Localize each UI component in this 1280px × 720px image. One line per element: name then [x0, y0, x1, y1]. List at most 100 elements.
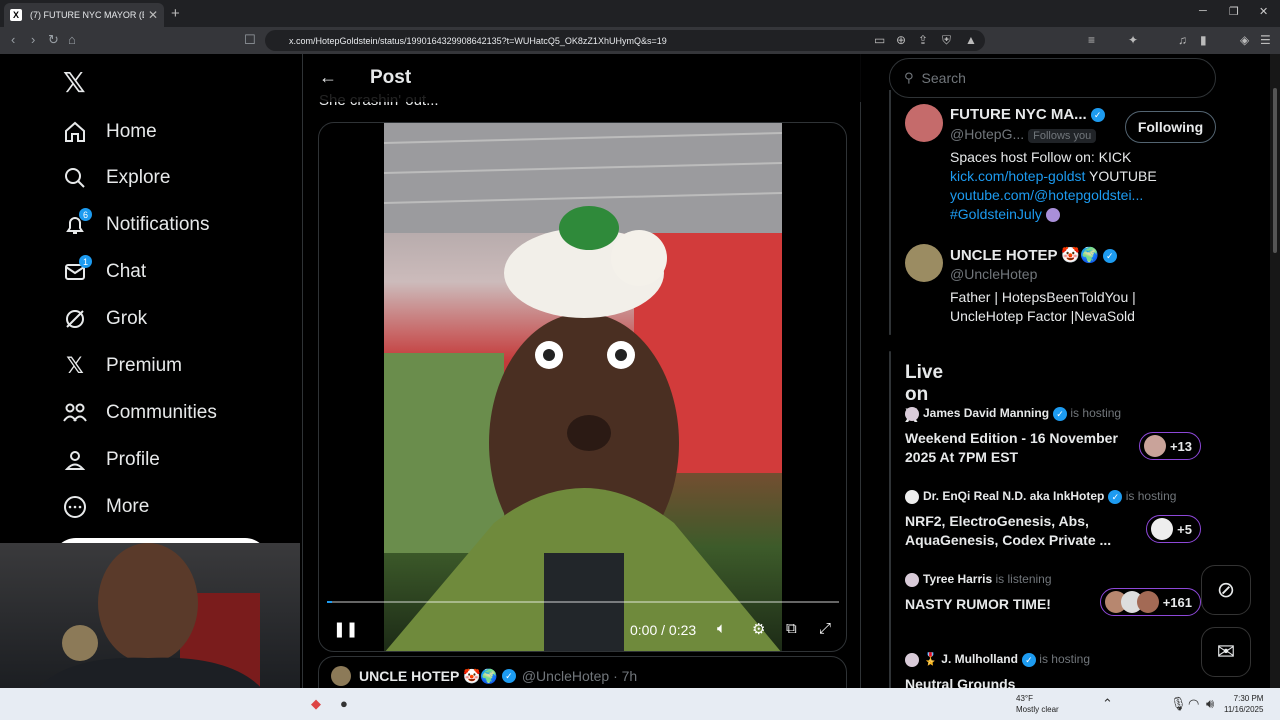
sidebar-item-notifications[interactable]: 6 Notifications	[62, 208, 210, 240]
extensions-icon[interactable]: ✦	[1128, 33, 1138, 47]
mail-icon: ✉	[1216, 639, 1236, 664]
sidebar-item-premium[interactable]: 𝕏 Premium	[62, 351, 182, 381]
messages-fab-button[interactable]: ✉	[1201, 627, 1251, 677]
reload-icon[interactable]: ↻	[48, 32, 59, 48]
avatar	[905, 652, 919, 667]
live-item[interactable]: 🎖️ J. Mulholland ✓ is hosting Neutral Gro…	[905, 652, 1201, 688]
following-button[interactable]: Following	[1125, 111, 1216, 143]
profile-name[interactable]: FUTURE NYC MA... ✓	[950, 106, 1105, 123]
live-on-x-panel: Live on X James David Manning✓ is hostin…	[889, 351, 1201, 688]
hashtag-link[interactable]: #GoldsteinJuly	[950, 206, 1042, 222]
maximize-icon[interactable]: ❐	[1229, 5, 1239, 18]
avatar[interactable]	[331, 666, 351, 686]
kick-link[interactable]: kick.com/hotep-goldst	[950, 168, 1085, 184]
tab-close-icon[interactable]: ✕	[148, 8, 158, 22]
video-player[interactable]: ❚❚ 0:00 / 0:23 🔈︎ ⚙ ⧉ ⤢	[318, 122, 847, 652]
brave-browser-icon[interactable]: ◆	[311, 696, 321, 712]
avatar	[905, 489, 919, 504]
microphone-icon[interactable]: 🎙︎	[1170, 696, 1187, 712]
tray-chevron-icon[interactable]: ⌃	[1102, 696, 1113, 712]
url-text: x.com/HotepGoldstein/status/199016432990…	[289, 35, 667, 46]
more-icon	[62, 494, 88, 520]
pip-icon[interactable]: ⧉	[786, 620, 797, 637]
live-listeners-pill[interactable]: +13	[1138, 432, 1201, 460]
avatar[interactable]	[905, 244, 943, 282]
bell-icon: 6	[62, 208, 92, 238]
live-item[interactable]: Dr. EnQi Real N.D. aka InkHotep ✓ is host…	[905, 489, 1201, 550]
sidebar-item-profile[interactable]: Profile	[62, 445, 160, 475]
sidebar-toggle-icon[interactable]: ▮	[1200, 33, 1207, 47]
main-column: ← Post She crashin' out...	[302, 54, 861, 688]
sidebar-item-communities[interactable]: Communities	[62, 398, 217, 428]
verified-badge-icon: ✓	[1090, 108, 1105, 123]
minimize-icon[interactable]: ─	[1199, 5, 1207, 17]
grok-fab-button[interactable]: ⊘	[1201, 565, 1251, 615]
avatar	[1143, 435, 1166, 457]
wallet-icon[interactable]: ≡	[1088, 33, 1095, 47]
video-progress-bar[interactable]	[327, 601, 839, 603]
windows-taskbar	[0, 688, 1280, 720]
new-tab-button[interactable]: +	[171, 5, 180, 22]
fullscreen-icon[interactable]: ⤢	[819, 620, 831, 637]
live-item[interactable]: James David Manning ✓ is hosting Weekend …	[905, 406, 1201, 467]
pause-icon[interactable]: ❚❚	[333, 620, 358, 638]
share-icon[interactable]: ⇪	[918, 33, 928, 47]
wifi-icon[interactable]: ◠	[1188, 696, 1199, 712]
reply-author-name[interactable]: UNCLE HOTEP 🤡🌍	[359, 668, 498, 685]
video-time: 0:00 / 0:23	[630, 622, 697, 638]
media-icon[interactable]: ♫	[1178, 33, 1187, 47]
sidebar-item-label: Chat	[106, 261, 147, 282]
obs-icon[interactable]: ●	[340, 696, 348, 711]
sidebar-item-explore[interactable]: Explore	[62, 163, 170, 193]
sidebar-item-label: Communities	[106, 402, 217, 423]
back-arrow-icon[interactable]: ←	[319, 67, 337, 88]
person-icon	[62, 447, 88, 473]
system-clock[interactable]: 7:30 PM 11/16/2025	[1224, 693, 1263, 715]
bookmark-icon[interactable]: ☐	[244, 32, 256, 48]
follows-you-badge: Follows you	[1028, 129, 1097, 143]
profile-card-uncle-hotep: UNCLE HOTEP 🤡🌍 ✓ @UncleHotep Father | Hot…	[905, 244, 1216, 324]
home-nav-icon[interactable]: ⌂	[68, 32, 76, 47]
avatar	[905, 572, 919, 587]
weather-widget[interactable]: 43°F Mostly clear	[1016, 693, 1059, 715]
settings-gear-icon[interactable]: ⚙	[752, 620, 765, 638]
speaker-icon[interactable]: 🔊︎	[1206, 696, 1214, 712]
screen-cast-icon[interactable]: ▭	[874, 33, 885, 47]
live-listeners-pill[interactable]: +161	[1099, 588, 1201, 616]
rewards-icon[interactable]: ▲	[965, 33, 977, 47]
avatar	[1151, 518, 1174, 540]
live-topic: NRF2, ElectroGenesis, Abs, AquaGenesis, …	[905, 512, 1112, 548]
x-logo-icon[interactable]: 𝕏	[63, 66, 86, 99]
youtube-link[interactable]: youtube.com/@hotepgoldstei...	[950, 186, 1190, 205]
shield-icon[interactable]: ⛨	[942, 33, 951, 48]
search-icon: ⚲	[904, 70, 914, 85]
page-scrollbar[interactable]	[1270, 54, 1280, 688]
video-progress-fill	[327, 601, 333, 603]
quoted-reply[interactable]: UNCLE HOTEP 🤡🌍 ✓ @UncleHotep · 7h	[318, 656, 847, 688]
back-nav-icon[interactable]: ‹	[11, 32, 15, 47]
vpn-icon[interactable]: ◈	[1240, 33, 1249, 47]
live-topic: Weekend Edition - 16 November 2025 At 7P…	[905, 429, 1118, 465]
sidebar-item-chat[interactable]: 1 Chat	[62, 255, 147, 287]
browser-tab[interactable]: X (7) FUTURE NYC MAYOR (Bec ✕	[4, 3, 164, 27]
sidebar-item-more[interactable]: More	[62, 492, 149, 522]
sidebar-item-home[interactable]: Home	[62, 117, 157, 147]
live-item[interactable]: Tyree Harris is listening NASTY RUMOR TI…	[905, 572, 1201, 616]
scrollbar-thumb[interactable]	[1273, 88, 1277, 253]
menu-icon[interactable]: ☰	[1260, 33, 1271, 47]
close-window-icon[interactable]: ✕	[1259, 5, 1268, 18]
sidebar-item-label: Explore	[106, 167, 171, 188]
sidebar-item-grok[interactable]: Grok	[62, 304, 147, 334]
live-listeners-pill[interactable]: +5	[1146, 515, 1201, 543]
x-favicon-icon: X	[10, 9, 22, 21]
avatar[interactable]	[905, 104, 943, 142]
zoom-icon[interactable]: ⊕	[896, 33, 906, 47]
search-input[interactable]: ⚲ Search	[889, 58, 1216, 98]
tab-title: (7) FUTURE NYC MAYOR (Bec	[30, 10, 144, 20]
chat-badge: 1	[79, 255, 92, 268]
profile-name[interactable]: UNCLE HOTEP 🤡🌍 ✓	[950, 246, 1117, 264]
profile-bio: Spaces host Follow on: KICK kick.com/hot…	[950, 148, 1190, 224]
forward-nav-icon[interactable]: ›	[31, 32, 35, 47]
volume-icon[interactable]: 🔈︎	[717, 620, 726, 637]
sidebar-item-label: Notifications	[106, 214, 210, 235]
